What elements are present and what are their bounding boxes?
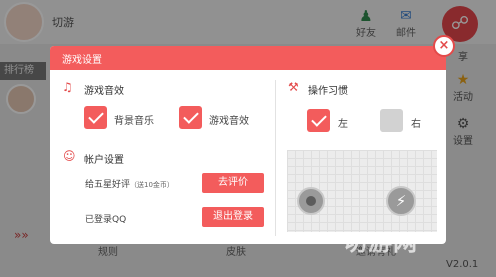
controls-section-title: 操作习惯 [308,86,348,97]
rate-note: （送10金币） [130,181,174,189]
right-hand-label: 右 [411,119,421,130]
section-divider [275,80,276,236]
lightning-icon: ⚡ [386,186,416,216]
rate-button[interactable]: 去评价 [202,173,264,193]
wrench-icon: ⚒ [288,80,299,94]
right-hand-checkbox[interactable] [380,109,403,132]
left-hand-label: 左 [338,119,348,130]
game-sound-label: 游戏音效 [209,116,249,127]
sound-section-title: 游戏音效 [84,86,124,97]
joystick-icon [297,187,325,215]
user-icon: ☺ [63,149,76,163]
background-music-label: 背景音乐 [114,116,154,127]
dialog-header: 游戏设置 [50,46,446,70]
background-music-checkbox[interactable] [84,106,107,129]
rate-main: 给五星好评 [85,180,131,190]
rate-text: 给五星好评（送10金币） [85,177,174,190]
account-section-title: 帐户设置 [84,155,124,166]
left-hand-checkbox[interactable] [307,109,330,132]
logout-button[interactable]: 退出登录 [202,207,264,227]
dialog-title: 游戏设置 [62,55,102,66]
game-sound-checkbox[interactable] [179,106,202,129]
settings-dialog: 游戏设置 ♫ 游戏音效 背景音乐 游戏音效 ☺ 帐户设置 给五星好评（送10金币… [50,46,446,244]
close-icon[interactable]: × [433,35,455,57]
music-note-icon: ♫ [62,80,73,94]
login-status: 已登录QQ [85,215,127,225]
